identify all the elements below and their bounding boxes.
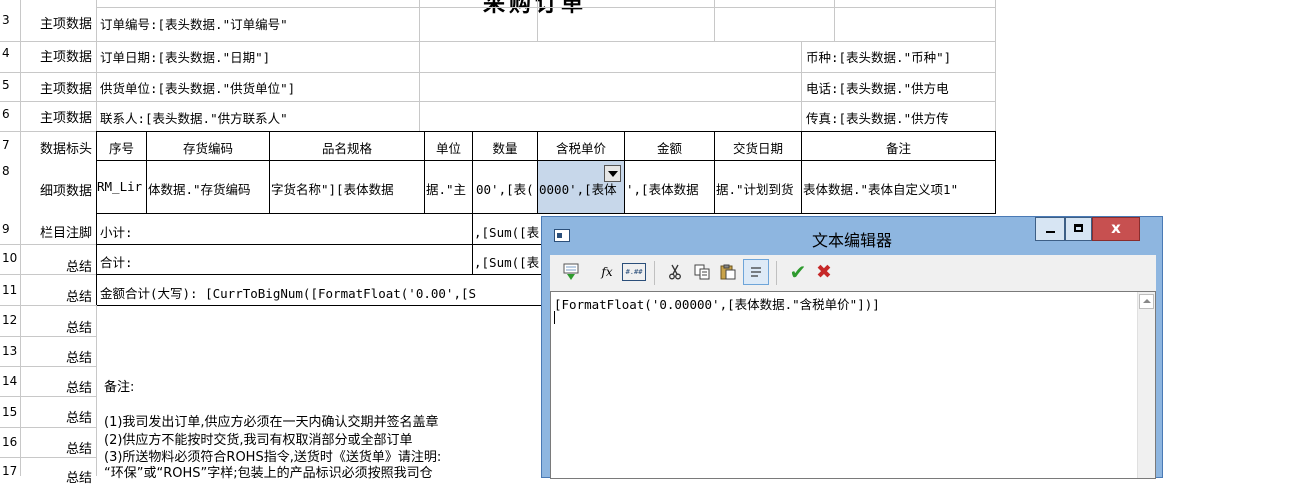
detail-amount-cell[interactable]: ',[表体数据 <box>625 179 714 198</box>
header-amount: 金额 <box>656 141 682 156</box>
detail-date-cell[interactable]: 据."计划到货 <box>715 179 801 198</box>
fax-cell[interactable]: 传真:[表头数据."供方传 <box>803 108 995 127</box>
report-title: 采购订单 <box>483 0 588 17</box>
currency-cell[interactable]: 币种:[表头数据."币种"] <box>803 47 995 66</box>
detail-rownum-cell[interactable]: RM_Lir <box>96 179 146 194</box>
row-number: 12 <box>2 313 18 327</box>
row-number: 13 <box>2 344 18 358</box>
editor-toolbar: fx #.## ✔ ✖ <box>550 255 1156 291</box>
band-label: 总结 <box>65 321 92 336</box>
close-button[interactable] <box>1092 217 1140 241</box>
band-label: 总结 <box>65 411 92 426</box>
order-number-cell[interactable]: 订单编号:[表头数据."订单编号" <box>97 14 417 33</box>
header-unit: 单位 <box>435 141 461 156</box>
editor-text[interactable]: [FormatFloat('0.00000',[表体数据."含税单价"])] <box>554 294 880 313</box>
vertical-scrollbar[interactable] <box>1137 292 1155 478</box>
header-code: 存货编码 <box>182 141 233 156</box>
dialog-titlebar[interactable]: 文本编辑器 <box>542 217 1162 255</box>
band-label: 总结 <box>65 471 92 486</box>
header-seq: 序号 <box>108 141 134 156</box>
row-number: 7 <box>2 138 10 152</box>
row-number: 5 <box>2 78 10 92</box>
detail-name-cell[interactable]: 字货名称"][表体数据 <box>270 179 424 198</box>
detail-remark-cell[interactable]: 表体数据."表体自定义项1" <box>802 179 995 198</box>
dropdown-arrow-icon[interactable] <box>604 165 621 182</box>
bignum-total-cell[interactable]: 金额合计(大写): [CurrToBigNum([FormatFloat('0.… <box>97 283 543 302</box>
function-icon[interactable]: fx <box>596 261 618 283</box>
row-number: 6 <box>2 107 10 121</box>
scroll-up-arrow-icon[interactable] <box>1139 294 1154 309</box>
total-formula[interactable]: ,[Sum([表 <box>473 252 543 271</box>
format-number-icon[interactable]: #.## <box>622 261 646 283</box>
band-label: 细项数据 <box>39 184 92 199</box>
cancel-x-icon[interactable]: ✖ <box>813 261 835 283</box>
band-label: 总结 <box>65 260 92 275</box>
copy-icon[interactable] <box>691 261 713 283</box>
maximize-button[interactable] <box>1065 217 1092 241</box>
header-name: 品名规格 <box>321 141 372 156</box>
row-number: 15 <box>2 405 18 419</box>
band-label: 主项数据 <box>39 50 92 65</box>
band-label: 总结 <box>65 351 92 366</box>
text-editor-dialog: 文本编辑器 fx #.## <box>541 216 1163 479</box>
minimize-button[interactable] <box>1035 217 1065 241</box>
order-date-cell[interactable]: 订单日期:[表头数据."日期"] <box>97 47 417 66</box>
word-wrap-icon[interactable] <box>743 259 769 285</box>
phone-cell[interactable]: 电话:[表头数据."供方电 <box>803 78 995 97</box>
band-label: 主项数据 <box>39 111 92 126</box>
contact-cell[interactable]: 联系人:[表头数据."供方联系人" <box>97 108 417 127</box>
detail-qty-cell[interactable]: 00',[表( <box>473 179 537 198</box>
subtotal-label[interactable]: 小计: <box>97 222 397 241</box>
supplier-cell[interactable]: 供货单位:[表头数据."供货单位"] <box>97 78 417 97</box>
row-number: 10 <box>2 251 18 265</box>
subtotal-formula[interactable]: ,[Sum([表 <box>473 222 543 241</box>
band-label: 总结 <box>65 442 92 457</box>
detail-code-cell[interactable]: 体数据."存货编码 <box>147 179 269 198</box>
row-number: 11 <box>2 283 18 297</box>
header-date: 交货日期 <box>732 141 783 156</box>
note-line-4: “环保”或“ROHS”字样;包装上的产品标识必须按照我司仓 <box>104 466 433 481</box>
remark-title: 备注: <box>104 380 135 395</box>
total-label[interactable]: 合计: <box>97 252 397 271</box>
paste-icon[interactable] <box>717 261 739 283</box>
ok-check-icon[interactable]: ✔ <box>787 260 809 284</box>
row-number: 4 <box>2 46 10 60</box>
text-caret <box>554 311 555 324</box>
header-qty: 数量 <box>492 141 518 156</box>
row-number: 3 <box>2 13 10 27</box>
band-label: 总结 <box>65 290 92 305</box>
band-label: 栏目注脚 <box>39 226 92 241</box>
scissors-icon[interactable] <box>664 261 686 283</box>
detail-unit-cell[interactable]: 据."主 <box>425 179 472 198</box>
row-number: 9 <box>2 222 10 236</box>
insert-field-icon[interactable] <box>560 261 582 283</box>
band-label: 主项数据 <box>39 17 92 32</box>
row-number: 16 <box>2 435 18 449</box>
row-number: 8 <box>2 164 10 178</box>
header-remark: 备注 <box>885 141 911 156</box>
header-price: 含税单价 <box>555 141 606 156</box>
note-line-1: (1)我司发出订单,供应方必须在一天内确认交期并签名盖章 <box>104 415 439 430</box>
row-number: 14 <box>2 374 18 388</box>
editor-textarea[interactable]: [FormatFloat('0.00000',[表体数据."含税单价"])] <box>550 291 1156 479</box>
band-label: 数据标头 <box>39 142 92 157</box>
band-label: 总结 <box>65 381 92 396</box>
band-label: 主项数据 <box>39 82 92 97</box>
